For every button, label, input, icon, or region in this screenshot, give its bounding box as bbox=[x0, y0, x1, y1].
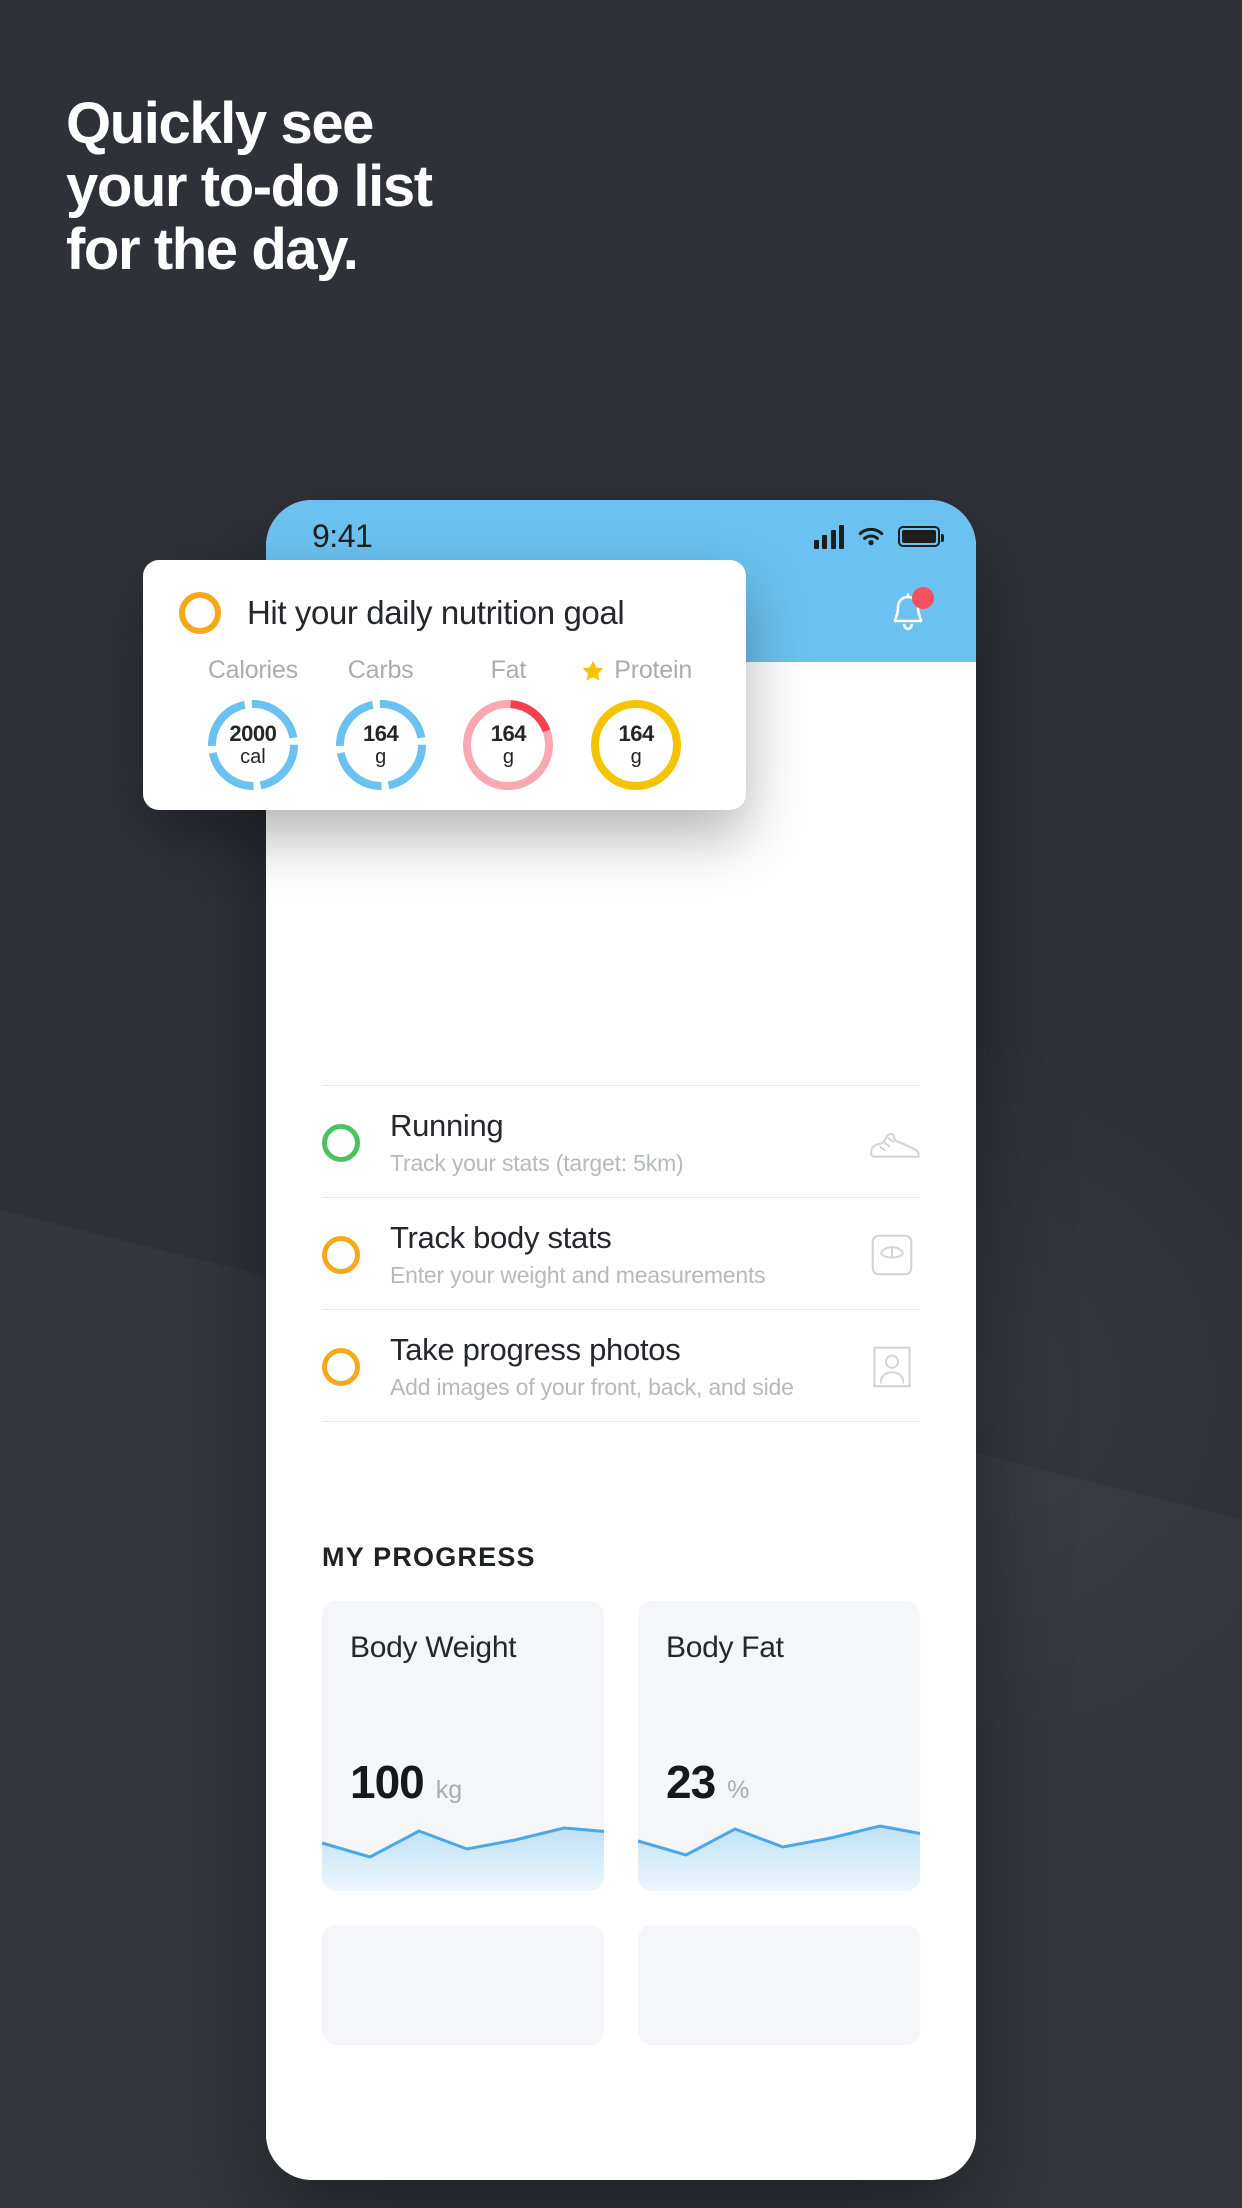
macro-donut-calories: 2000 cal bbox=[203, 695, 303, 795]
body-fat-sparkline bbox=[638, 1824, 920, 1891]
battery-full-icon bbox=[898, 526, 944, 547]
task-subtitle: Enter your weight and measurements bbox=[390, 1262, 766, 1288]
macro-center: 164 g bbox=[458, 695, 558, 795]
progress-card-unit: kg bbox=[435, 1776, 463, 1804]
progress-card-body-weight[interactable]: Body Weight 100 kg bbox=[322, 1601, 604, 1891]
task-row-body-stats[interactable]: Track body stats Enter your weight and m… bbox=[322, 1198, 920, 1310]
task-title: Track body stats bbox=[390, 1220, 612, 1255]
progress-section-label: MY PROGRESS bbox=[322, 1542, 536, 1572]
macro-donut-carbs: 164 g bbox=[331, 695, 431, 795]
macro-carbs[interactable]: Carbs 164 g bbox=[317, 656, 445, 795]
task-row-progress-photos[interactable]: Take progress photos Add images of your … bbox=[322, 1310, 920, 1422]
task-subtitle: Add images of your front, back, and side bbox=[390, 1374, 794, 1400]
progress-card-partial-right[interactable] bbox=[638, 1925, 920, 2045]
macro-donut-fat: 164 g bbox=[458, 695, 558, 795]
body-weight-sparkline bbox=[322, 1826, 604, 1891]
progress-card-value: 100 bbox=[350, 1756, 425, 1808]
task-row-running[interactable]: Running Track your stats (target: 5km) bbox=[322, 1085, 920, 1198]
status-bar: 9:41 bbox=[266, 500, 976, 567]
progress-card-body-fat[interactable]: Body Fat 23 % bbox=[638, 1601, 920, 1891]
task-title: Take progress photos bbox=[390, 1332, 681, 1367]
macro-protein[interactable]: Protein 164 g bbox=[572, 656, 700, 795]
task-checkbox-ring[interactable] bbox=[179, 592, 221, 634]
macro-center: 164 g bbox=[586, 695, 686, 795]
macro-value: 164 bbox=[618, 720, 655, 746]
task-checkbox-ring[interactable] bbox=[322, 1235, 360, 1274]
macro-fat[interactable]: Fat 164 g bbox=[445, 656, 573, 795]
task-checkbox-ring[interactable] bbox=[322, 1347, 360, 1386]
wifi-icon bbox=[858, 527, 884, 545]
dashboard-body: THINGS TO DO TODAY Running Track your st… bbox=[266, 662, 976, 2180]
nutrition-goal-card[interactable]: Hit your daily nutrition goal Calories 2… bbox=[143, 560, 746, 810]
macro-center: 164 g bbox=[331, 695, 431, 795]
signal-bars-icon bbox=[813, 524, 844, 549]
macro-center: 2000 cal bbox=[203, 695, 303, 795]
macro-label: Protein bbox=[614, 656, 693, 684]
macro-value: 164 bbox=[363, 720, 399, 746]
macro-label: Carbs bbox=[347, 656, 414, 684]
progress-card-value-row: 100 kg bbox=[350, 1755, 462, 1809]
running-shoe-icon bbox=[869, 1132, 920, 1158]
progress-card-value: 23 bbox=[666, 1756, 716, 1808]
status-time: 9:41 bbox=[312, 518, 373, 554]
macro-unit: g bbox=[375, 746, 387, 769]
task-title: Running bbox=[390, 1108, 504, 1143]
photo-person-icon bbox=[873, 1346, 911, 1387]
macros-row: Calories 2000 cal Carbs 164 g Fat 164 g … bbox=[179, 656, 710, 795]
macro-label-protein: Protein bbox=[580, 656, 692, 685]
notification-badge bbox=[912, 586, 934, 609]
todo-task-list: Running Track your stats (target: 5km) T… bbox=[266, 1085, 976, 1422]
progress-card-partial-left[interactable] bbox=[322, 1925, 604, 2045]
task-texts: Track body stats Enter your weight and m… bbox=[390, 1220, 834, 1289]
promo-headline: Quickly see your to-do list for the day. bbox=[66, 91, 433, 283]
macro-value: 2000 bbox=[229, 720, 277, 746]
macro-unit: g bbox=[502, 746, 514, 769]
macro-unit: cal bbox=[240, 746, 266, 769]
progress-cards-grid: Body Weight 100 kg Body Fat 23 % bbox=[266, 1601, 976, 2045]
macro-calories[interactable]: Calories 2000 cal bbox=[189, 656, 317, 795]
macro-donut-protein: 164 g bbox=[586, 695, 686, 795]
nutrition-card-header: Hit your daily nutrition goal bbox=[179, 592, 710, 634]
notification-button[interactable] bbox=[884, 586, 934, 641]
task-subtitle: Track your stats (target: 5km) bbox=[390, 1150, 684, 1176]
macro-unit: g bbox=[630, 746, 642, 769]
progress-card-title: Body Fat bbox=[666, 1631, 784, 1664]
task-checkbox-ring[interactable] bbox=[322, 1123, 360, 1162]
nutrition-card-title: Hit your daily nutrition goal bbox=[247, 594, 625, 631]
progress-card-value-row: 23 % bbox=[666, 1755, 749, 1809]
macro-value: 164 bbox=[490, 720, 527, 746]
task-texts: Running Track your stats (target: 5km) bbox=[390, 1108, 834, 1177]
star-icon bbox=[582, 660, 604, 681]
progress-card-title: Body Weight bbox=[350, 1631, 517, 1664]
task-texts: Take progress photos Add images of your … bbox=[390, 1332, 834, 1401]
progress-card-unit: % bbox=[727, 1776, 750, 1804]
macro-label: Fat bbox=[490, 656, 527, 684]
macro-label: Calories bbox=[207, 656, 298, 684]
status-icons bbox=[813, 524, 944, 549]
weight-scale-icon bbox=[871, 1234, 913, 1275]
